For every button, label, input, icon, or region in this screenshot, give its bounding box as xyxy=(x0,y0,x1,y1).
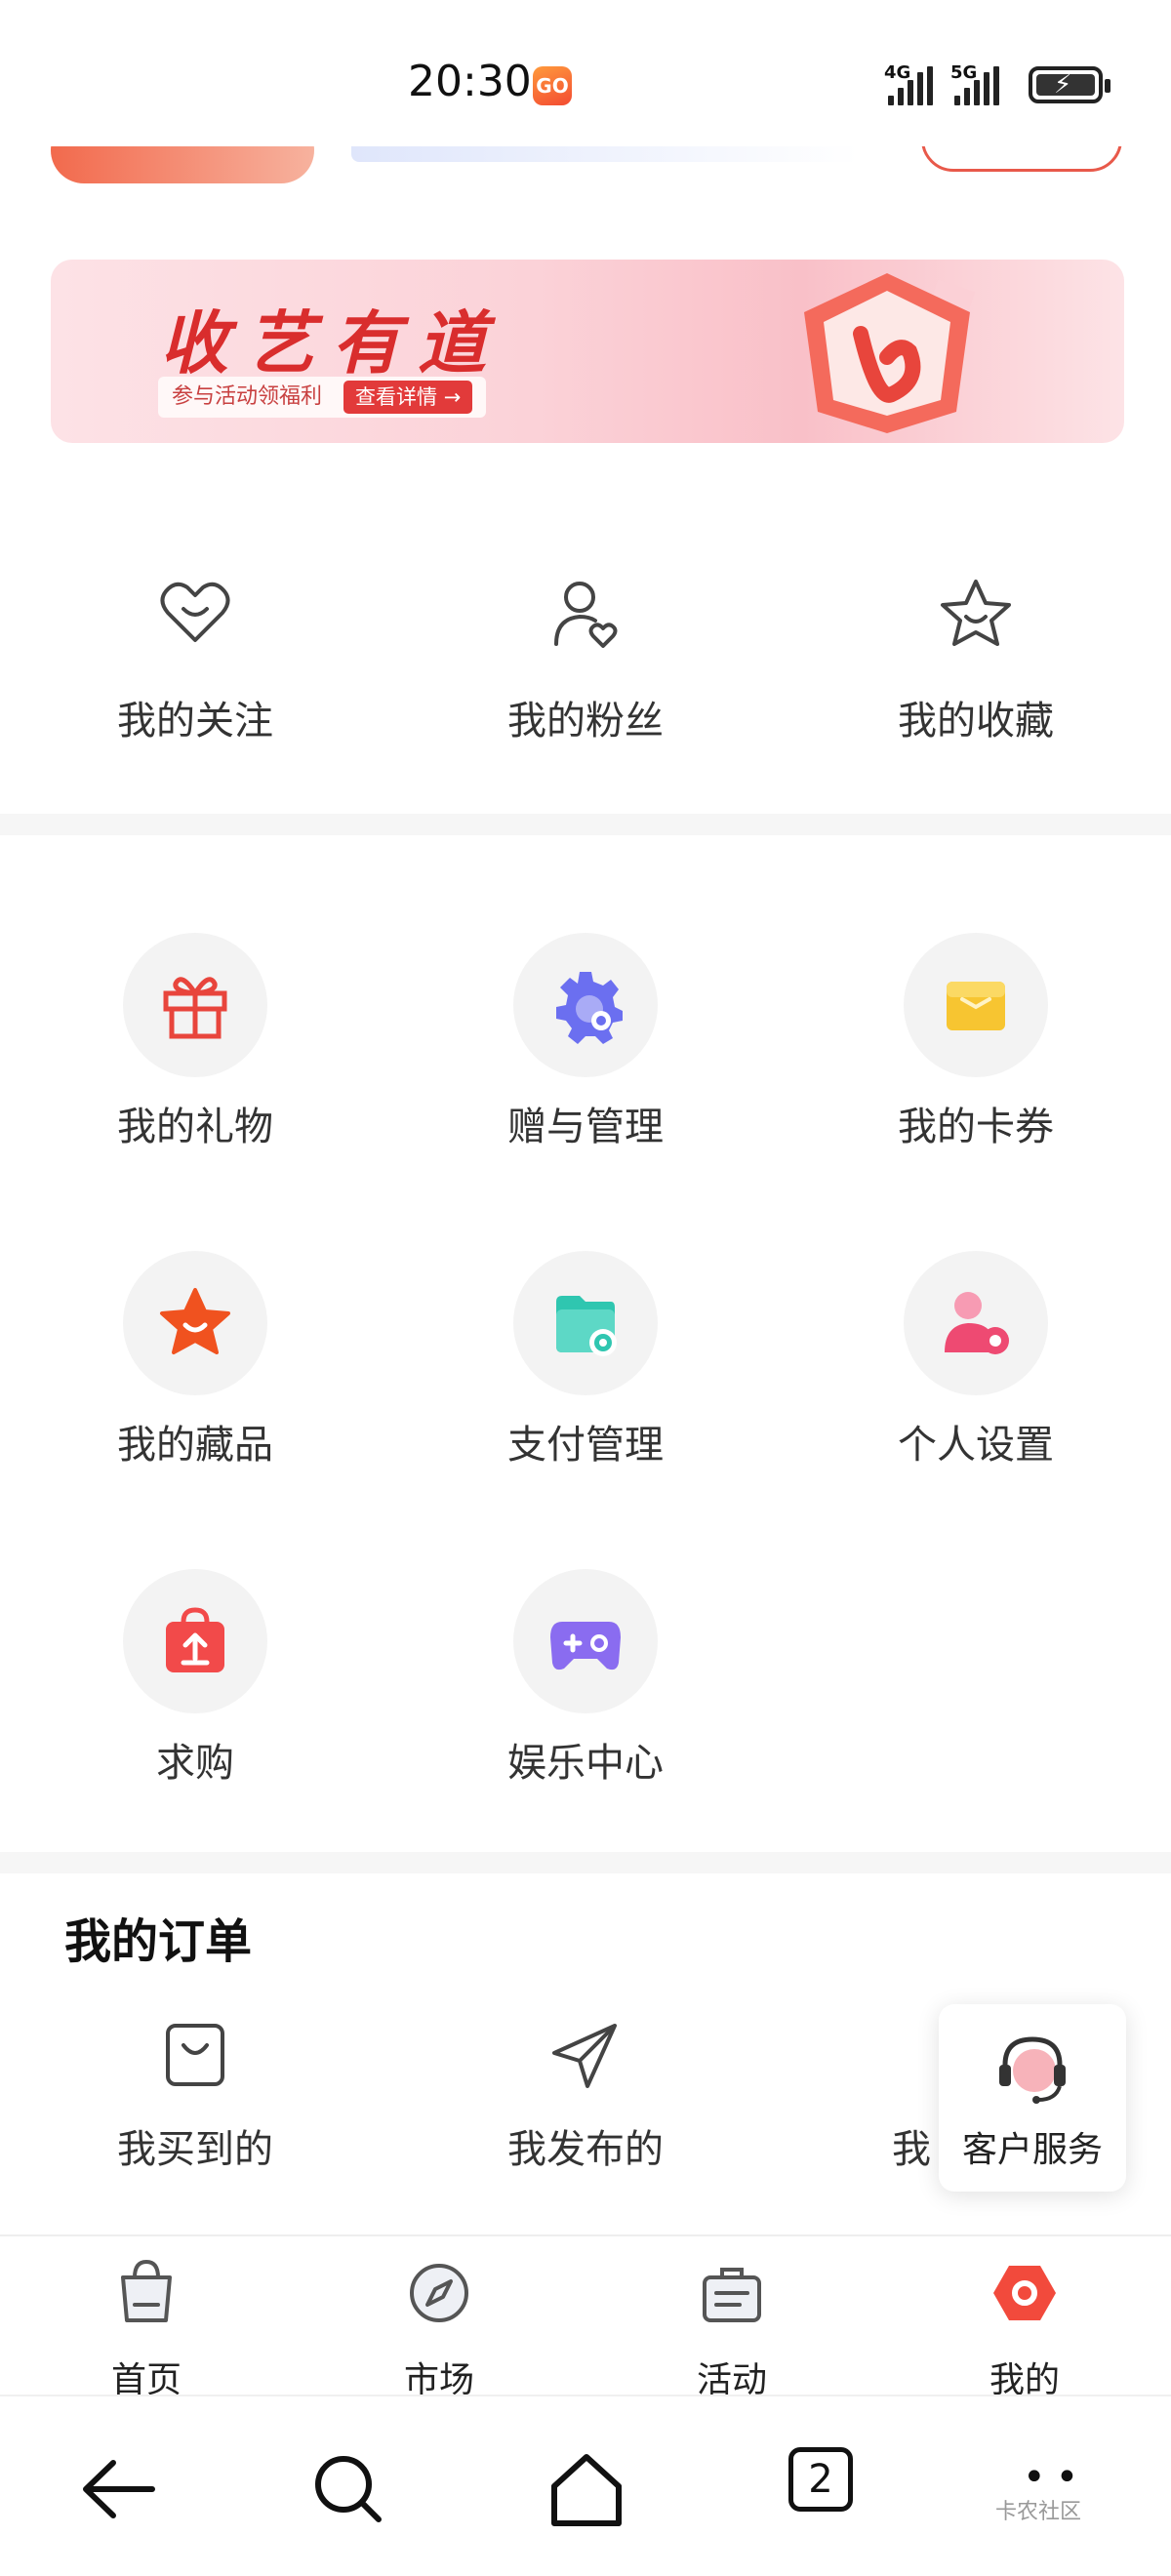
my-coupons-label: 我的卡券 xyxy=(898,1105,1054,1149)
my-fans-label: 我的粉丝 xyxy=(507,699,664,744)
bag-icon xyxy=(166,2024,224,2086)
my-collectibles-label: 我的藏品 xyxy=(117,1423,273,1468)
status-bar: 20:30 GO 4G 5G ⚡ xyxy=(0,0,1171,146)
bottom-tab-bar: 首页 市场 活动 我的 xyxy=(0,2234,1171,2400)
payment-management-label: 支付管理 xyxy=(507,1423,664,1468)
shopping-bag-icon xyxy=(121,2259,172,2322)
home-icon[interactable] xyxy=(543,2445,630,2533)
send-icon xyxy=(552,2024,617,2088)
my-gifts-label: 我的礼物 xyxy=(117,1105,273,1149)
clipboard-icon xyxy=(703,2268,761,2322)
heart-smile-icon xyxy=(160,582,230,642)
banner-subtitle: 参与活动领福利 查看详情 → xyxy=(158,377,487,418)
brand-logo-icon xyxy=(804,273,976,433)
banner-title: 收艺有道 xyxy=(160,302,504,383)
user-heart-icon xyxy=(554,582,618,648)
customer-service-label: 客户服务 xyxy=(961,2130,1103,2170)
compass-icon xyxy=(410,2264,468,2322)
search-icon[interactable] xyxy=(304,2445,392,2533)
watermark-text: 卡农社区 xyxy=(995,2500,1082,2524)
star-face-icon xyxy=(160,1288,230,1354)
wallet-gear-icon xyxy=(556,1296,617,1356)
orders-published-label: 我发布的 xyxy=(507,2127,664,2172)
gear-icon xyxy=(556,972,623,1044)
want-to-buy-label: 求购 xyxy=(156,1741,234,1786)
signal-5g-icon: 5G xyxy=(950,62,999,105)
orders-third-label: 我 xyxy=(892,2127,931,2172)
personal-settings-label: 个人设置 xyxy=(898,1423,1054,1468)
tabs-count-button[interactable]: 2 xyxy=(788,2447,853,2512)
app-notification-icon: GO xyxy=(533,66,572,105)
orders-bought-label: 我买到的 xyxy=(117,2127,273,2172)
scrolled-header-remnant xyxy=(0,146,1171,185)
gift-management-label: 赠与管理 xyxy=(507,1105,664,1149)
gift-icon xyxy=(163,977,227,1039)
headset-icon xyxy=(999,2036,1066,2104)
battery-icon: ⚡ xyxy=(1029,66,1110,103)
signal-4g-icon: 4G xyxy=(884,62,933,105)
user-settings-icon xyxy=(945,1292,1009,1354)
my-collections-label: 我的收藏 xyxy=(898,699,1054,744)
bag-upload-icon xyxy=(166,1607,224,1672)
section-divider xyxy=(0,814,1171,835)
card-icon xyxy=(947,982,1005,1030)
star-icon xyxy=(941,580,1011,646)
orders-title: 我的订单 xyxy=(64,1914,253,1969)
hexagon-icon xyxy=(993,2266,1056,2320)
entertainment-center-label: 娱乐中心 xyxy=(507,1741,664,1786)
gamepad-icon xyxy=(550,1622,621,1670)
banner-detail-button[interactable]: 查看详情 → xyxy=(343,381,473,414)
section-divider xyxy=(0,1852,1171,1873)
status-time: 20:30 xyxy=(408,57,532,106)
back-icon[interactable] xyxy=(74,2445,162,2533)
customer-service-button[interactable]: 客户服务 xyxy=(939,2004,1126,2192)
system-nav-bar: 2 •• 卡农社区 xyxy=(0,2395,1171,2576)
promo-banner[interactable]: 收艺有道 参与活动领福利 查看详情 → xyxy=(51,260,1124,443)
my-follows-label: 我的关注 xyxy=(117,699,273,744)
